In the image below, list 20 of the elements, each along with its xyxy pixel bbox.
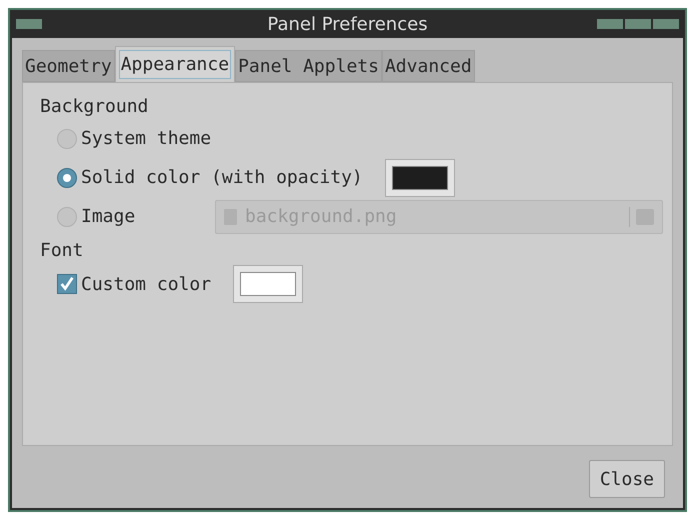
radio-label[interactable]: System theme <box>81 125 212 152</box>
window-menu-icon[interactable] <box>16 19 42 29</box>
radio-button[interactable] <box>57 168 77 188</box>
minimize-icon[interactable] <box>597 19 623 29</box>
section-heading: Background <box>40 95 150 119</box>
maximize-icon[interactable] <box>625 19 651 29</box>
tab[interactable]: Panel Applets <box>235 50 382 82</box>
radio-button[interactable] <box>57 128 77 148</box>
checkbox-label[interactable]: Custom color <box>81 270 212 298</box>
color-button[interactable] <box>233 265 304 303</box>
tab[interactable]: Appearance <box>114 46 236 82</box>
tab[interactable]: Geometry <box>22 50 115 82</box>
section-heading: Font <box>40 239 84 263</box>
close-button[interactable]: Close <box>588 460 665 498</box>
color-button[interactable] <box>384 158 455 196</box>
window-title: Panel Preferences <box>267 12 428 36</box>
checkbox[interactable] <box>57 274 77 294</box>
radio-label[interactable]: Solid color (with opacity) <box>81 164 363 191</box>
close-icon[interactable] <box>653 19 679 29</box>
tab[interactable]: Advanced <box>382 50 475 82</box>
